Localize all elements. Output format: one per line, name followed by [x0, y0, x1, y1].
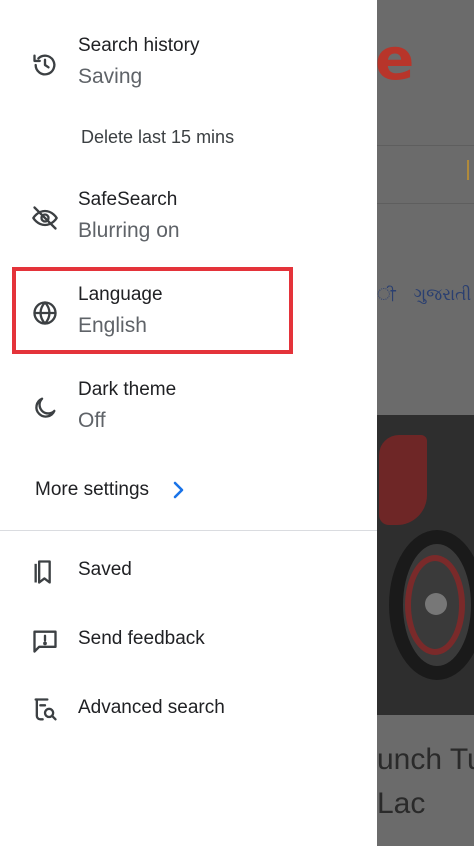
saved-label: Saved — [78, 559, 132, 580]
background-headline-line: Lac — [377, 787, 426, 820]
history-icon — [30, 50, 60, 80]
advanced-search-label: Advanced search — [78, 697, 225, 718]
background-headline-line: unch Tu — [377, 743, 474, 776]
dark-theme-value: Off — [78, 409, 106, 432]
more-settings-label: More settings — [35, 479, 150, 500]
dark-theme-item[interactable]: Dark theme Off — [0, 372, 377, 442]
search-history-status: Saving — [78, 65, 143, 88]
background-headline: unch Tu Lac — [377, 738, 474, 826]
navigation-drawer: Search history Saving Delete last 15 min… — [0, 0, 377, 846]
advanced-search-icon — [30, 695, 60, 725]
language-highlight-box — [12, 267, 293, 354]
background-logo: e — [377, 25, 415, 93]
background-page: e ੀ ગુજરાતી unch Tu Lac — [377, 0, 474, 846]
background-language-link: ੀ — [377, 285, 396, 304]
background-accent — [467, 160, 473, 180]
safesearch-title: SafeSearch — [78, 189, 178, 210]
bookmark-icon — [30, 557, 60, 587]
safesearch-item[interactable]: SafeSearch Blurring on — [0, 182, 377, 252]
send-feedback-item[interactable]: Send feedback — [0, 621, 377, 661]
background-language-link: ગુજરાતી — [413, 285, 472, 304]
drawer-divider — [0, 530, 377, 531]
eye-off-icon — [30, 203, 60, 233]
background-motorcycle-image — [377, 415, 474, 715]
background-divider — [377, 203, 474, 204]
more-settings-button[interactable]: More settings — [35, 476, 187, 504]
safesearch-status: Blurring on — [78, 219, 180, 242]
background-divider — [377, 145, 474, 146]
background-language-links: ੀ ગુજરાતી — [377, 285, 474, 305]
saved-item[interactable]: Saved — [0, 552, 377, 592]
send-feedback-label: Send feedback — [78, 628, 205, 649]
search-history-item[interactable]: Search history Saving — [0, 28, 377, 98]
delete-last-15-mins-button[interactable]: Delete last 15 mins — [81, 127, 234, 148]
search-history-title: Search history — [78, 35, 200, 56]
feedback-icon — [30, 626, 60, 656]
chevron-right-icon — [173, 481, 184, 499]
advanced-search-item[interactable]: Advanced search — [0, 690, 377, 730]
moon-icon — [30, 393, 60, 423]
dark-theme-title: Dark theme — [78, 379, 177, 400]
